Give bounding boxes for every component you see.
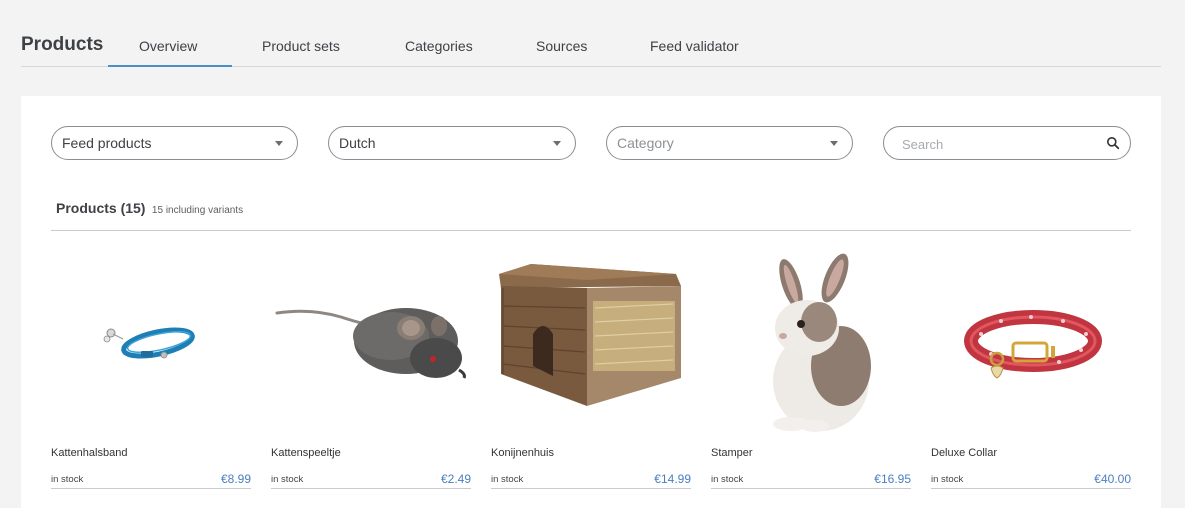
language-select-value: Dutch [339, 135, 376, 151]
divider [271, 488, 471, 489]
top-nav: Products Overview Product sets Categorie… [21, 0, 1161, 67]
product-name: Konijnenhuis [491, 447, 554, 459]
stock-status: in stock [931, 474, 964, 485]
source-select[interactable]: Feed products [51, 126, 298, 160]
products-summary: Products (15) 15 including variants [56, 200, 243, 218]
page-title: Products [21, 34, 104, 55]
product-card[interactable]: Deluxe Collar in stock €40.00 [931, 246, 1131, 491]
divider [51, 230, 1131, 231]
product-card[interactable]: Stamper in stock €16.95 [711, 246, 911, 491]
product-card[interactable]: Kattenhalsband in stock €8.99 [51, 246, 251, 491]
products-panel: Feed products Dutch Category Search Prod… [21, 96, 1161, 508]
stock-status: in stock [51, 474, 84, 485]
product-name: Deluxe Collar [931, 447, 998, 459]
product-name: Kattenhalsband [51, 447, 128, 459]
chevron-down-icon [275, 141, 283, 146]
source-select-value: Feed products [62, 135, 152, 151]
product-image-deluxe-collar[interactable] [931, 246, 1131, 436]
stock-status: in stock [491, 474, 524, 485]
product-image-cat-collar[interactable] [51, 246, 251, 436]
tab-overview[interactable]: Overview [139, 38, 197, 54]
tab-feed-validator[interactable]: Feed validator [650, 38, 739, 54]
product-card[interactable]: Kattenspeeltje in stock €2.49 [271, 246, 471, 491]
tab-categories[interactable]: Categories [405, 38, 473, 54]
chevron-down-icon [553, 141, 561, 146]
divider [931, 488, 1131, 489]
product-price: €2.49 [440, 472, 471, 486]
divider [711, 488, 911, 489]
active-tab-indicator [108, 65, 232, 67]
stock-status: in stock [711, 474, 744, 485]
language-select[interactable]: Dutch [328, 126, 576, 160]
tab-product-sets[interactable]: Product sets [262, 38, 340, 54]
product-name: Stamper [711, 447, 753, 459]
divider [51, 488, 251, 489]
chevron-down-icon [830, 141, 838, 146]
product-name: Kattenspeeltje [271, 447, 341, 459]
tab-sources[interactable]: Sources [536, 38, 587, 54]
product-price: €8.99 [220, 472, 251, 486]
product-image-toy-mouse[interactable] [271, 246, 471, 436]
category-select[interactable]: Category [606, 126, 853, 160]
variants-count: 15 including variants [151, 205, 244, 216]
search-icon[interactable] [1106, 136, 1120, 150]
product-price: €40.00 [1094, 472, 1131, 486]
product-price: €16.95 [874, 472, 911, 486]
product-image-rabbit[interactable] [711, 246, 911, 436]
search-input[interactable]: Search [883, 126, 1131, 160]
divider [491, 488, 691, 489]
products-count: Products (15) [56, 200, 146, 216]
product-card[interactable]: Konijnenhuis in stock €14.99 [491, 246, 691, 491]
product-image-rabbit-house[interactable] [491, 246, 691, 436]
product-price: €14.99 [654, 472, 691, 486]
search-placeholder: Search [902, 137, 944, 152]
category-select-placeholder: Category [617, 135, 674, 151]
stock-status: in stock [271, 474, 304, 485]
